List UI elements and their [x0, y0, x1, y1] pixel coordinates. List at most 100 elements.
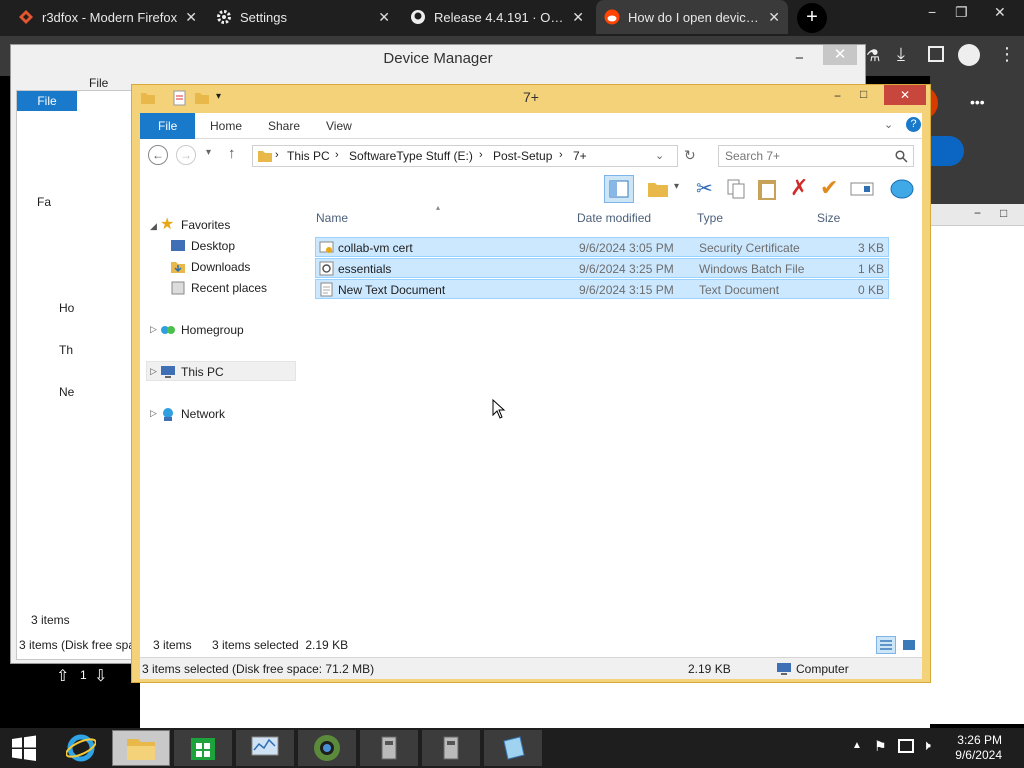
nav-item-thispc[interactable]: Th	[59, 343, 73, 357]
expand-arrow-icon[interactable]: ▷	[150, 366, 157, 377]
refresh-icon[interactable]: ↻	[684, 147, 696, 164]
chevron-right-icon[interactable]: ›	[335, 149, 339, 161]
maximize-icon[interactable]: □	[860, 87, 867, 101]
preview-pane-button[interactable]	[604, 175, 634, 203]
back-button[interactable]: ←	[148, 145, 168, 165]
expand-arrow-icon[interactable]: ▷	[150, 324, 157, 335]
search-input[interactable]: Search 7+	[725, 149, 780, 163]
taskbar-clock[interactable]: 3:26 PM 9/6/2024	[955, 733, 1002, 763]
restore-icon[interactable]: ❐	[955, 4, 968, 21]
column-date-modified[interactable]: Date modified	[577, 211, 651, 225]
breadcrumb-current[interactable]: 7+	[573, 149, 587, 163]
browser-tab-settings[interactable]: Settings ✕	[208, 0, 398, 34]
file-row[interactable]: essentials 9/6/2024 3:25 PM Windows Batc…	[315, 258, 889, 278]
start-button[interactable]	[0, 730, 48, 766]
rename-icon[interactable]	[850, 181, 874, 197]
file-row[interactable]: collab-vm cert 9/6/2024 3:05 PM Security…	[315, 237, 889, 257]
flask-icon[interactable]: ⚗	[866, 46, 880, 66]
expand-arrow-icon[interactable]: ▷	[150, 408, 157, 419]
nav-item-favorites[interactable]: Fa	[37, 195, 51, 209]
nav-thispc[interactable]: This PC	[160, 362, 224, 382]
browser-tab-r3dfox[interactable]: r3dfox - Modern Firefox ✕	[10, 0, 205, 34]
nav-favorites[interactable]: ★ Favorites	[160, 215, 230, 235]
recent-locations-icon[interactable]: ▾	[206, 147, 211, 158]
arrow-up-icon[interactable]: ⇧	[56, 666, 69, 686]
nav-item-homegroup[interactable]: Ho	[59, 301, 74, 315]
sidebar-icon[interactable]	[928, 46, 944, 62]
ribbon-tab-file[interactable]: File	[140, 113, 196, 139]
forward-button[interactable]: →	[176, 145, 196, 165]
speaker-muted-icon[interactable]: 🕨	[922, 737, 931, 754]
globe-icon[interactable]	[890, 177, 914, 201]
minimize-icon[interactable]: −	[795, 45, 804, 73]
flag-icon[interactable]: ⚑	[874, 738, 887, 755]
account-icon[interactable]	[958, 44, 980, 66]
taskbar-file-explorer[interactable]	[112, 730, 170, 766]
close-icon[interactable]: ✕	[768, 9, 780, 26]
minimize-icon[interactable]: −	[834, 89, 841, 103]
taskbar-browser[interactable]	[298, 730, 356, 766]
search-icon[interactable]	[895, 150, 908, 163]
maximize-icon[interactable]: □	[1000, 206, 1007, 220]
close-icon[interactable]: ✕	[823, 45, 857, 65]
minimize-icon[interactable]: −	[928, 4, 936, 20]
taskbar-ie[interactable]	[52, 730, 110, 766]
nav-network[interactable]: Network	[160, 404, 225, 424]
paste-icon[interactable]	[756, 177, 778, 201]
nav-downloads[interactable]: Downloads	[170, 257, 250, 277]
nav-item-network[interactable]: Ne	[59, 385, 74, 399]
close-icon[interactable]: ✕	[378, 9, 390, 26]
more-options-icon[interactable]: •••	[970, 94, 985, 110]
taskbar-store[interactable]	[174, 730, 232, 766]
taskbar-device-manager-2[interactable]	[422, 730, 480, 766]
file-row[interactable]: New Text Document 9/6/2024 3:15 PM Text …	[315, 279, 889, 299]
ribbon-tab-home[interactable]: Home	[198, 113, 254, 139]
search-box[interactable]: Search 7+	[718, 145, 914, 167]
show-hidden-icons[interactable]: ▲	[852, 740, 862, 751]
chevron-down-icon[interactable]: ⌄	[655, 149, 664, 162]
chevron-right-icon[interactable]: ›	[479, 149, 483, 161]
column-name[interactable]: Name	[316, 211, 348, 225]
close-icon[interactable]: ✕	[185, 9, 197, 26]
close-icon[interactable]: ✕	[572, 9, 584, 26]
breadcrumb-post-setup[interactable]: Post-Setup	[493, 149, 552, 163]
chevron-right-icon[interactable]: ›	[559, 149, 563, 161]
more-menu-icon[interactable]: ⋮	[998, 44, 1016, 65]
breadcrumb-drive[interactable]: SoftwareType Stuff (E:)	[349, 149, 473, 163]
taskbar-device-manager[interactable]	[360, 730, 418, 766]
address-bar[interactable]: › This PC › SoftwareType Stuff (E:) › Po…	[252, 145, 678, 167]
details-view-button[interactable]	[876, 636, 896, 654]
help-icon[interactable]: ?	[906, 117, 921, 132]
nav-homegroup[interactable]: Homegroup	[160, 320, 244, 340]
new-tab-button[interactable]: +	[797, 3, 827, 33]
browser-tab-reddit[interactable]: How do I open device m ✕	[596, 0, 788, 34]
breadcrumb-thispc[interactable]: This PC	[287, 149, 330, 163]
minimize-icon[interactable]: −	[974, 206, 981, 220]
ribbon-tab-view[interactable]: View	[314, 113, 364, 139]
taskbar-notepad[interactable]	[484, 730, 542, 766]
ribbon-file-tab[interactable]: File	[17, 91, 77, 111]
browser-tab-github[interactable]: Release 4.4.191 · Open- ✕	[402, 0, 592, 34]
column-size[interactable]: Size	[817, 211, 840, 225]
folder-options-icon[interactable]	[646, 179, 670, 199]
chevron-down-icon[interactable]: ▾	[674, 181, 679, 192]
nav-recent-places[interactable]: Recent places	[170, 278, 267, 298]
expand-arrow-icon[interactable]: ◢	[150, 221, 157, 232]
nav-desktop[interactable]: Desktop	[170, 236, 235, 256]
up-arrow-icon[interactable]: ↑	[228, 145, 236, 162]
close-icon[interactable]: ✕	[994, 4, 1006, 21]
network-status-icon[interactable]	[898, 739, 914, 753]
delete-icon[interactable]: ✗	[790, 175, 808, 201]
checkmark-icon[interactable]: ✔	[820, 175, 838, 201]
cut-icon[interactable]: ✂	[696, 176, 713, 201]
close-button[interactable]: ✕	[884, 85, 926, 105]
expand-ribbon-icon[interactable]: ⌄	[884, 118, 893, 131]
ribbon-tab-share[interactable]: Share	[256, 113, 312, 139]
copy-icon[interactable]	[726, 178, 746, 200]
taskbar-resource-monitor[interactable]	[236, 730, 294, 766]
large-icons-view-icon[interactable]	[902, 638, 916, 652]
download-icon[interactable]: ⤓	[897, 44, 905, 65]
column-type[interactable]: Type	[697, 211, 723, 225]
arrow-down-icon[interactable]: ⇩	[94, 666, 107, 686]
chevron-right-icon[interactable]: ›	[275, 149, 279, 161]
